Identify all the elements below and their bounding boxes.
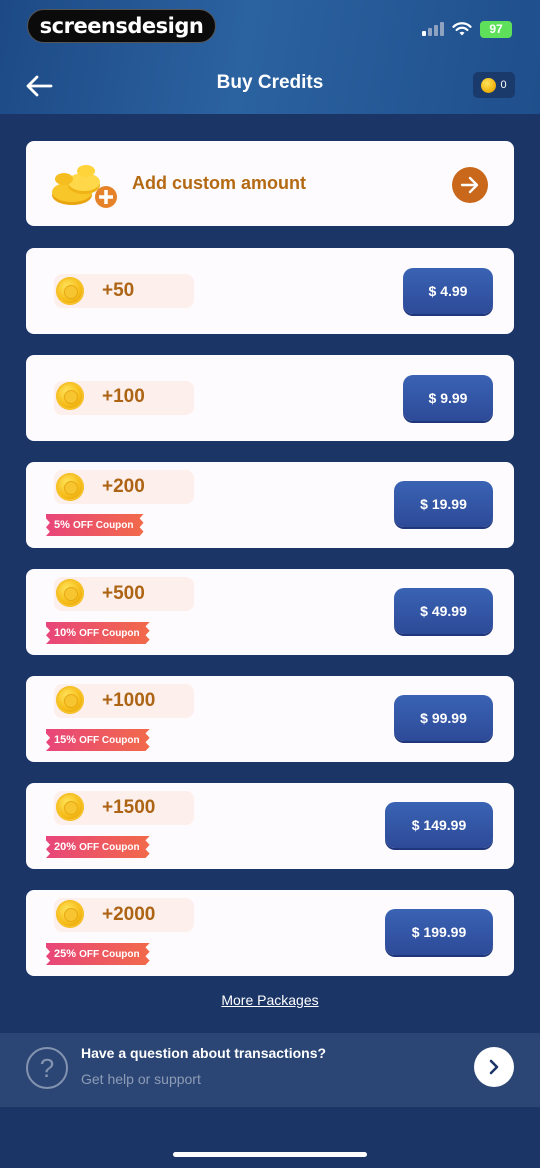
coupon-badge: 5% OFF Coupon (46, 514, 144, 536)
coin-icon (56, 277, 84, 305)
help-arrow-button[interactable] (474, 1047, 514, 1087)
coupon-percent: 15% (54, 734, 77, 746)
package-card[interactable]: +200 5% OFF Coupon $ 19.99 (26, 462, 514, 548)
buy-button[interactable]: $ 9.99 (403, 375, 493, 421)
help-title: Have a question about transactions? (81, 1045, 327, 1061)
question-icon: ? (26, 1047, 68, 1089)
buy-button[interactable]: $ 19.99 (394, 481, 493, 527)
buy-button[interactable]: $ 49.99 (394, 588, 493, 634)
coupon-percent: 10% (54, 627, 77, 639)
package-card[interactable]: +100 $ 9.99 (26, 355, 514, 441)
package-amount: +1000 (102, 690, 156, 711)
coin-icon (56, 579, 84, 607)
credit-balance[interactable]: 0 (473, 72, 515, 98)
status-bar: 97 (422, 19, 512, 39)
package-amount: +500 (102, 583, 145, 604)
package-card[interactable]: +1500 20% OFF Coupon $ 149.99 (26, 783, 514, 869)
coin-icon (56, 793, 84, 821)
coupon-text: OFF Coupon (79, 842, 140, 853)
coupon-badge: 15% OFF Coupon (46, 729, 150, 751)
coupon-text: OFF Coupon (79, 735, 140, 746)
balance-value: 0 (500, 79, 507, 91)
package-amount: +50 (102, 280, 135, 301)
package-card[interactable]: +1000 15% OFF Coupon $ 99.99 (26, 676, 514, 762)
coupon-text: OFF Coupon (72, 520, 134, 531)
coupon-badge: 25% OFF Coupon (46, 943, 150, 965)
coupon-percent: 25% (54, 948, 77, 960)
coin-icon (56, 473, 84, 501)
coins-pile-icon (52, 165, 117, 208)
arrow-right-icon (460, 176, 479, 194)
page-title: Buy Credits (216, 72, 324, 93)
package-card[interactable]: +50 $ 4.99 (26, 248, 514, 334)
buy-button[interactable]: $ 4.99 (403, 268, 493, 314)
wifi-icon (452, 22, 472, 36)
chevron-right-icon (489, 1059, 499, 1075)
add-custom-amount-card[interactable]: Add custom amount (26, 141, 514, 226)
coupon-badge: 10% OFF Coupon (46, 622, 150, 644)
coin-icon (56, 900, 84, 928)
package-amount: +2000 (102, 904, 156, 925)
package-amount: +100 (102, 386, 145, 407)
buy-button[interactable]: $ 99.99 (394, 695, 493, 741)
coin-icon (56, 382, 84, 410)
package-amount: +1500 (102, 797, 156, 818)
coupon-badge: 20% OFF Coupon (46, 836, 150, 858)
more-packages-link[interactable]: More Packages (0, 992, 540, 1008)
battery-icon: 97 (480, 20, 512, 38)
coupon-text: OFF Coupon (79, 628, 140, 639)
home-indicator (173, 1152, 367, 1157)
buy-button[interactable]: $ 199.99 (385, 909, 493, 955)
package-card[interactable]: +500 10% OFF Coupon $ 49.99 (26, 569, 514, 655)
help-support-bar[interactable]: ? Have a question about transactions? Ge… (0, 1033, 540, 1107)
custom-amount-label: Add custom amount (132, 173, 306, 193)
package-amount: +200 (102, 476, 145, 497)
coin-icon (481, 77, 497, 93)
custom-amount-arrow-button[interactable] (452, 167, 488, 203)
coupon-percent: 20% (54, 841, 77, 853)
package-card[interactable]: +2000 25% OFF Coupon $ 199.99 (26, 890, 514, 976)
signal-icon (422, 22, 444, 36)
coupon-text: OFF Coupon (79, 949, 140, 960)
help-subtitle: Get help or support (81, 1071, 201, 1087)
watermark-logo: screensdesign (27, 9, 216, 43)
coin-icon (56, 686, 84, 714)
coupon-percent: 5% (54, 519, 70, 531)
buy-button[interactable]: $ 149.99 (385, 802, 493, 848)
